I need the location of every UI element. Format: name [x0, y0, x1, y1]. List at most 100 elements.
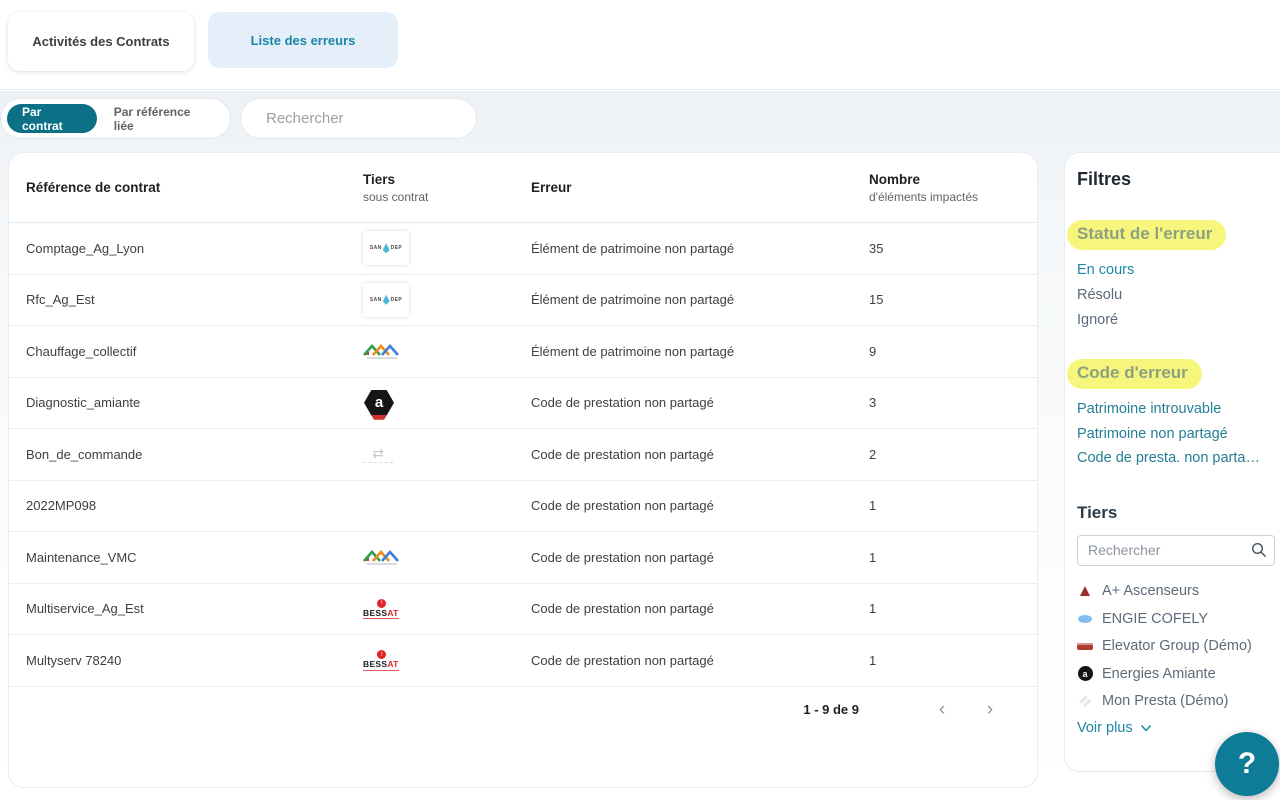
- table-row[interactable]: Comptage_Ag_Lyon SAN DEP Élément de patr…: [9, 223, 1037, 275]
- column-title: Erreur: [531, 180, 572, 195]
- aplus-logo-icon: [1080, 586, 1090, 597]
- tiers-item[interactable]: Mon Presta (Démo): [1077, 688, 1280, 716]
- filter-item-label: Code de presta. non parta…: [1077, 450, 1260, 466]
- tiers-logo-cell: a: [363, 388, 531, 420]
- filter-item-label: En cours: [1077, 262, 1135, 278]
- contract-reference-cell: Chauffage_collectif: [26, 343, 137, 359]
- contract-reference-cell: Bon_de_commande: [26, 446, 143, 462]
- column-header-nombre: Nombre d'éléments impactés: [869, 171, 1037, 205]
- tab-label: Activités des Contrats: [32, 34, 170, 49]
- tiers-item[interactable]: a Energies Amiante: [1077, 660, 1280, 688]
- error-cell: Élément de patrimoine non partagé: [531, 343, 735, 359]
- contract-reference-cell: Multyserv 78240: [26, 652, 122, 668]
- chevron-down-icon: [1140, 724, 1151, 731]
- tab-label: Liste des erreurs: [250, 32, 356, 48]
- filter-item-label: Patrimoine non partagé: [1077, 425, 1228, 442]
- contract-reference-cell: Rfc_Ag_Est: [26, 292, 95, 308]
- tiers-item-label: Energies Amiante: [1102, 665, 1216, 682]
- count-cell: 35: [869, 240, 884, 256]
- toggle-par-contrat[interactable]: Par contrat: [7, 104, 97, 133]
- column-title: Tiers: [363, 171, 396, 187]
- engie-logo-icon: [1078, 614, 1092, 623]
- tiers-item[interactable]: A+ Ascenseurs: [1077, 578, 1280, 606]
- sandep-logo: SAN DEP: [363, 282, 409, 317]
- column-subtitle: d'éléments impactés: [869, 189, 979, 204]
- tiers-item-label: Mon Presta (Démo): [1102, 693, 1229, 710]
- tiers-logo-cell: SAN DEP: [363, 231, 531, 266]
- table-row[interactable]: Maintenance_VMC Code de prestation non p…: [9, 532, 1037, 584]
- code-filter-list: Patrimoine introuvable Patrimoine non pa…: [1077, 397, 1280, 471]
- pagination-next-button[interactable]: ›: [973, 693, 1007, 727]
- filter-item[interactable]: En cours: [1077, 258, 1280, 283]
- filter-item[interactable]: Ignoré: [1077, 308, 1280, 333]
- filter-item[interactable]: Patrimoine introuvable: [1077, 397, 1279, 422]
- column-header-erreur: Erreur: [531, 179, 869, 196]
- column-header-reference: Référence de contrat: [26, 179, 363, 196]
- status-filter-list: En cours Résolu Ignoré: [1077, 258, 1280, 333]
- filter-item[interactable]: Code de presta. non parta…: [1077, 446, 1279, 471]
- count-cell: 1: [869, 652, 877, 668]
- tiers-logo-cell: ! BESSAT: [363, 598, 531, 619]
- table-row[interactable]: Multyserv 78240 ! BESSAT Code de prestat…: [9, 635, 1037, 687]
- filter-item[interactable]: Résolu: [1077, 283, 1280, 308]
- tiers-section-title: Tiers: [1077, 502, 1118, 522]
- tiers-logo-cell: [363, 549, 531, 566]
- tiers-item-label: Elevator Group (Démo): [1102, 638, 1252, 655]
- roofs-logo: [363, 549, 401, 566]
- tab-activites-des-contrats[interactable]: Activités des Contrats: [8, 12, 194, 71]
- status-error-section-title: Statut de l'erreur: [1067, 220, 1227, 250]
- voir-plus-label: Voir plus: [1077, 720, 1133, 736]
- table-row[interactable]: Multiservice_Ag_Est ! BESSAT Code de pre…: [9, 584, 1037, 635]
- view-toggle-group: Par contrat Par référence liée: [0, 98, 231, 139]
- tab-liste-des-erreurs[interactable]: Liste des erreurs: [208, 12, 398, 68]
- column-subtitle: sous contrat: [363, 189, 429, 204]
- pagination-range-label: 1 - 9 de 9: [803, 702, 859, 717]
- table-body: Comptage_Ag_Lyon SAN DEP Élément de patr…: [9, 223, 1037, 687]
- filter-item[interactable]: Patrimoine non partagé: [1077, 422, 1279, 447]
- contract-reference-cell: Comptage_Ag_Lyon: [26, 240, 145, 256]
- filter-item-label: Résolu: [1077, 287, 1123, 303]
- code-error-section-title: Code d'erreur: [1067, 359, 1202, 389]
- faint-arrows-logo: ⇄: [363, 446, 393, 463]
- filter-item-label: Patrimoine introuvable: [1077, 401, 1222, 417]
- contract-reference-cell: Maintenance_VMC: [26, 549, 137, 565]
- errors-table-card: Référence de contrat Tiers sous contrat …: [8, 152, 1038, 788]
- elevator-logo-icon: [1077, 642, 1093, 650]
- bessat-logo: ! BESSAT: [363, 598, 399, 619]
- tiers-logo-cell: [363, 343, 531, 360]
- toggle-label: Par référence liée: [113, 104, 191, 133]
- count-cell: 9: [869, 343, 877, 359]
- tiers-logo-cell: ⇄: [363, 446, 531, 463]
- error-cell: Élément de patrimoine non partagé: [531, 292, 735, 308]
- table-row[interactable]: Diagnostic_amiante a Code de prestation …: [9, 378, 1037, 429]
- filters-title: Filtres: [1077, 169, 1132, 189]
- toggle-par-reference-liee[interactable]: Par référence liée: [97, 105, 230, 133]
- tiers-item-label: A+ Ascenseurs: [1102, 583, 1200, 600]
- filters-panel: Filtres Statut de l'erreur En cours Réso…: [1064, 152, 1280, 772]
- count-cell: 1: [869, 601, 877, 617]
- table-row[interactable]: Rfc_Ag_Est SAN DEP Élément de patrimoine…: [9, 275, 1037, 326]
- tiers-item-label: ENGIE COFELY: [1102, 610, 1209, 627]
- contract-reference-cell: Diagnostic_amiante: [26, 395, 141, 411]
- tiers-search-input[interactable]: [1077, 534, 1275, 566]
- help-button[interactable]: ?: [1215, 732, 1279, 796]
- table-row[interactable]: 2022MP098 Code de prestation non partagé…: [9, 481, 1037, 532]
- toggle-label: Par contrat: [22, 104, 63, 133]
- table-row[interactable]: Chauffage_collectif Élément de patrimoin…: [9, 326, 1037, 378]
- search-icon: [1251, 542, 1266, 557]
- error-cell: Code de prestation non partagé: [531, 652, 714, 668]
- contract-reference-cell: 2022MP098: [26, 498, 97, 514]
- tiers-logo-cell: ! BESSAT: [363, 650, 531, 671]
- amiante-hex-logo: a: [363, 388, 395, 420]
- table-header-row: Référence de contrat Tiers sous contrat …: [9, 153, 1037, 223]
- search-input[interactable]: [266, 110, 465, 127]
- tiers-item[interactable]: ENGIE COFELY: [1077, 605, 1280, 633]
- amiante-logo-icon: a: [1077, 666, 1093, 682]
- table-row[interactable]: Bon_de_commande ⇄ Code de prestation non…: [9, 429, 1037, 481]
- contract-reference-cell: Multiservice_Ag_Est: [26, 601, 144, 617]
- tiers-search: [1077, 534, 1275, 566]
- roofs-logo: [363, 343, 401, 360]
- pagination: 1 - 9 de 9 ‹ ›: [9, 690, 1037, 730]
- tiers-item[interactable]: Elevator Group (Démo): [1077, 633, 1280, 661]
- pagination-prev-button[interactable]: ‹: [925, 693, 959, 727]
